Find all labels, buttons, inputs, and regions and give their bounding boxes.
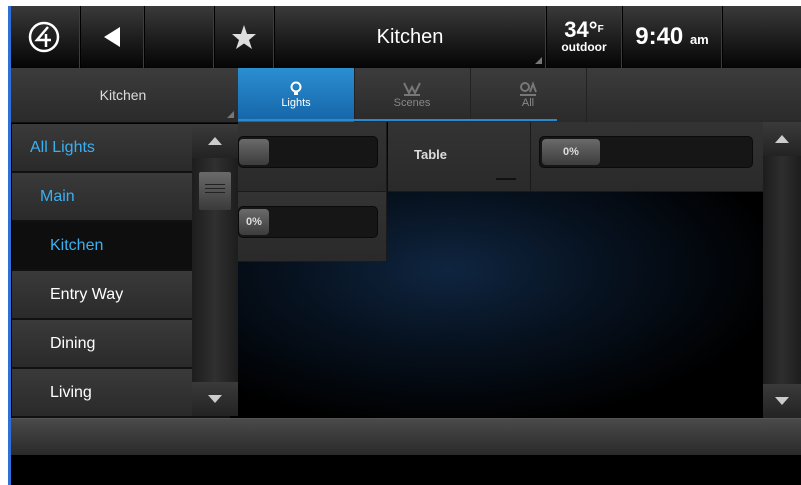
scroll-up-button[interactable] [192, 124, 238, 158]
nav-item-label: Kitchen [50, 236, 104, 254]
caret-down-icon [775, 397, 789, 405]
room-title: Kitchen [376, 25, 444, 48]
tab-all[interactable]: All [470, 68, 587, 122]
dimmer-knob[interactable]: 0% [239, 209, 269, 235]
dimmer-knob[interactable] [239, 139, 269, 165]
nav-item-all-lights[interactable]: All Lights [12, 124, 210, 173]
weather-widget[interactable]: 34°F outdoor [546, 6, 623, 68]
light-tile-table-control[interactable]: 0% [531, 122, 764, 192]
nav-scrollbar[interactable] [192, 124, 238, 416]
tab-scenes[interactable]: Scenes [354, 68, 471, 122]
tab-label: All [521, 97, 535, 109]
dimmer-slider-table[interactable]: 0% [539, 136, 753, 168]
favorites-button[interactable] [214, 6, 275, 68]
nav-item-label: All Lights [30, 138, 95, 156]
clock-time: 9:40 am [635, 23, 709, 50]
clock-widget: 9:40 am [622, 6, 723, 68]
window-edge [8, 6, 11, 485]
scroll-down-button[interactable] [192, 382, 238, 416]
nav-item-label: Dining [50, 334, 96, 352]
scroll-down-button[interactable] [763, 384, 801, 418]
sub-bar: Kitchen Lights Scenes All [8, 68, 801, 123]
back-button[interactable] [80, 6, 145, 68]
tab-lights[interactable]: Lights [238, 68, 355, 122]
caret-down-icon [208, 395, 222, 403]
nav-item-main[interactable]: Main [12, 173, 220, 222]
caret-up-icon [208, 137, 222, 145]
nav-item-label: Entry Way [50, 285, 124, 303]
dimmer-knob[interactable]: 0% [542, 139, 600, 165]
light-tile-3[interactable]: 0% [238, 192, 387, 262]
light-tile-table[interactable]: Table [388, 122, 531, 192]
caret-up-icon [775, 135, 789, 143]
corner-indicator-icon [535, 57, 542, 64]
room-nav-list: All Lights Main Kitchen Entry Way Dining… [12, 124, 230, 418]
control4-logo-icon[interactable] [8, 6, 81, 68]
app-window: Kitchen 34°F outdoor 9:40 am Kitchen Lig… [8, 6, 801, 485]
light-name: Table [414, 147, 447, 162]
corner-indicator-icon [227, 111, 234, 118]
light-tile-1[interactable] [238, 122, 387, 192]
blank-top-cell [144, 6, 215, 68]
top-bar: Kitchen 34°F outdoor 9:40 am [8, 6, 801, 68]
back-arrow-icon [104, 27, 120, 47]
subroom-label: Kitchen [99, 87, 147, 103]
scroll-up-button[interactable] [763, 122, 801, 156]
nav-item-label: Living [50, 383, 92, 401]
outdoor-temp: 34°F [564, 17, 604, 42]
tab-underline [238, 119, 557, 121]
scenes-icon [403, 82, 421, 96]
lights-panel: Table 0% 0% [238, 122, 764, 418]
scroll-thumb[interactable] [199, 172, 231, 210]
star-icon [232, 25, 256, 49]
subroom-selector[interactable]: Kitchen [8, 68, 238, 122]
nav-item-label: Main [40, 187, 75, 205]
tab-label: Lights [281, 97, 311, 109]
room-selector[interactable]: Kitchen [274, 6, 547, 68]
outdoor-label: outdoor [561, 40, 607, 54]
all-icon [520, 81, 537, 96]
lights-scrollbar[interactable] [763, 122, 801, 418]
light-indicator [496, 178, 516, 180]
bulb-icon [290, 81, 302, 95]
dimmer-slider-3[interactable]: 0% [238, 206, 378, 238]
tab-label: Scenes [393, 97, 431, 109]
dimmer-slider-1[interactable] [238, 136, 378, 168]
bottom-bar [8, 418, 801, 455]
